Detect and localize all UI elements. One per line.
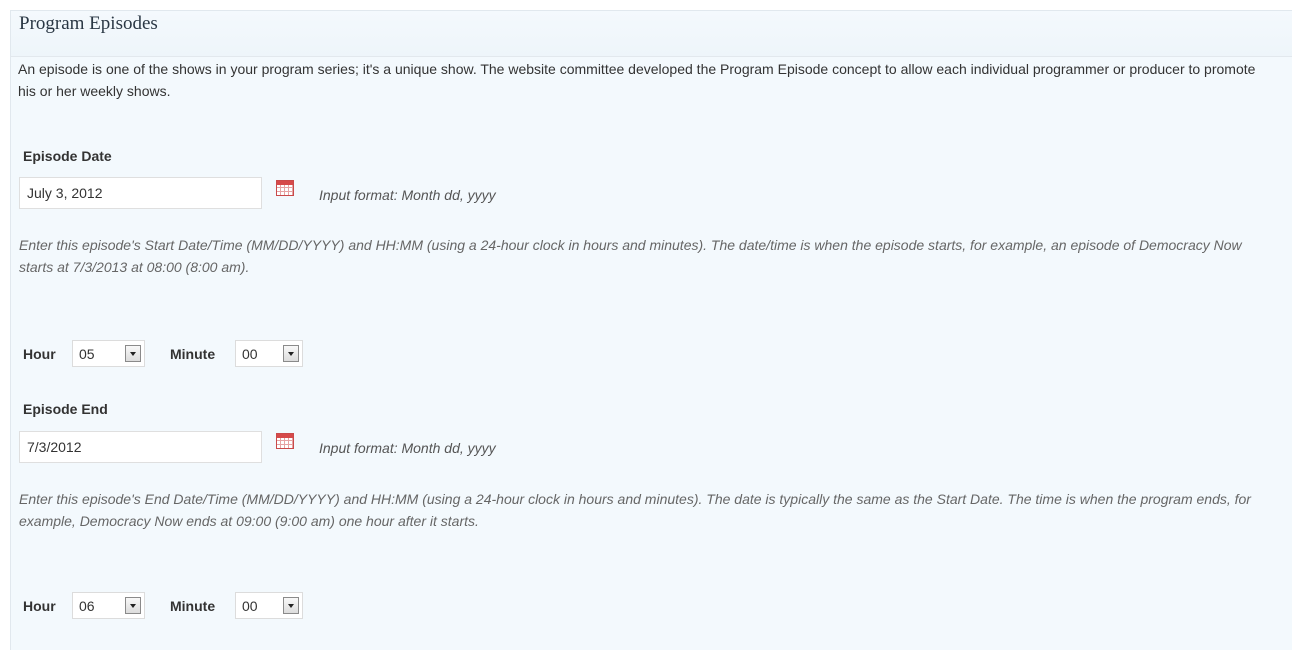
- start-hour-label: Hour: [23, 346, 56, 362]
- start-minute-value: 00: [242, 346, 258, 362]
- start-hour-value: 05: [79, 346, 95, 362]
- intro-text: An episode is one of the shows in your p…: [18, 61, 1256, 99]
- episode-end-input[interactable]: 7/3/2012: [19, 431, 262, 463]
- episode-date-description: Enter this episode's Start Date/Time (MM…: [19, 237, 1242, 275]
- end-hour-select[interactable]: 06: [72, 592, 145, 619]
- calendar-icon[interactable]: [276, 180, 294, 196]
- start-minute-select[interactable]: 00: [235, 340, 303, 367]
- panel-title: Program Episodes: [19, 13, 158, 34]
- episode-end-format-hint: Input format: Month dd, yyyy: [319, 440, 496, 456]
- end-minute-label: Minute: [170, 598, 216, 614]
- episode-date-label: Episode Date: [23, 148, 112, 164]
- end-minute-value: 00: [242, 598, 258, 614]
- episode-date-format-hint: Input format: Month dd, yyyy: [319, 187, 496, 203]
- chevron-down-icon[interactable]: [283, 345, 299, 362]
- episode-end-label: Episode End: [23, 401, 108, 417]
- chevron-down-icon[interactable]: [125, 345, 141, 362]
- calendar-icon[interactable]: [276, 433, 294, 449]
- start-minute-label: Minute: [170, 346, 216, 362]
- start-hour-select[interactable]: 05: [72, 340, 145, 367]
- end-hour-label: Hour: [23, 598, 56, 614]
- end-hour-value: 06: [79, 598, 95, 614]
- panel-header: [11, 11, 1292, 57]
- episode-date-input[interactable]: July 3, 2012: [19, 177, 262, 209]
- program-episodes-panel: [10, 10, 1292, 650]
- chevron-down-icon[interactable]: [283, 597, 299, 614]
- chevron-down-icon[interactable]: [125, 597, 141, 614]
- episode-end-description: Enter this episode's End Date/Time (MM/D…: [19, 491, 1251, 529]
- end-minute-select[interactable]: 00: [235, 592, 303, 619]
